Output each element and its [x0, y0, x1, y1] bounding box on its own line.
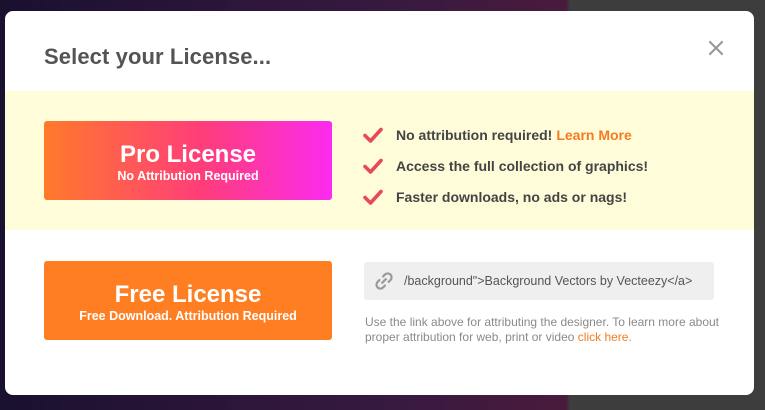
check-icon: [363, 127, 383, 143]
pro-license-button[interactable]: Pro License No Attribution Required: [44, 121, 332, 200]
feature-text: Faster downloads, no ads or nags!: [396, 188, 628, 205]
free-license-button[interactable]: Free License Free Download. Attribution …: [44, 261, 332, 340]
feature-item: No attribution required! Learn More: [362, 119, 648, 150]
pro-feature-list: No attribution required! Learn More Acce…: [362, 119, 648, 212]
feature-text: No attribution required!: [396, 126, 553, 143]
close-button[interactable]: [705, 37, 727, 59]
close-icon: [708, 40, 724, 56]
feature-item: Faster downloads, no ads or nags!: [362, 181, 648, 212]
attribution-note: Use the link above for attributing the d…: [365, 315, 725, 345]
free-license-title: Free License: [114, 281, 262, 308]
feature-item: Access the full collection of graphics!: [362, 150, 648, 181]
feature-text: Access the full collection of graphics!: [396, 157, 649, 174]
learn-more-link[interactable]: Learn More: [556, 127, 631, 143]
attribution-code-text: /background">Background Vectors by Vecte…: [404, 274, 693, 288]
check-icon: [363, 158, 383, 174]
pro-license-subtitle: No Attribution Required: [117, 169, 259, 183]
free-license-subtitle: Free Download. Attribution Required: [79, 309, 297, 323]
attribution-code-field[interactable]: /background">Background Vectors by Vecte…: [364, 262, 714, 300]
attribution-note-text: Use the link above for attributing the d…: [365, 315, 719, 344]
check-icon: [363, 189, 383, 205]
pro-license-title: Pro License: [119, 141, 257, 168]
license-dialog: Select your License... Pro License No At…: [5, 11, 754, 395]
click-here-link[interactable]: click here.: [578, 330, 632, 344]
link-icon: [375, 272, 393, 290]
dialog-title: Select your License...: [44, 44, 272, 69]
